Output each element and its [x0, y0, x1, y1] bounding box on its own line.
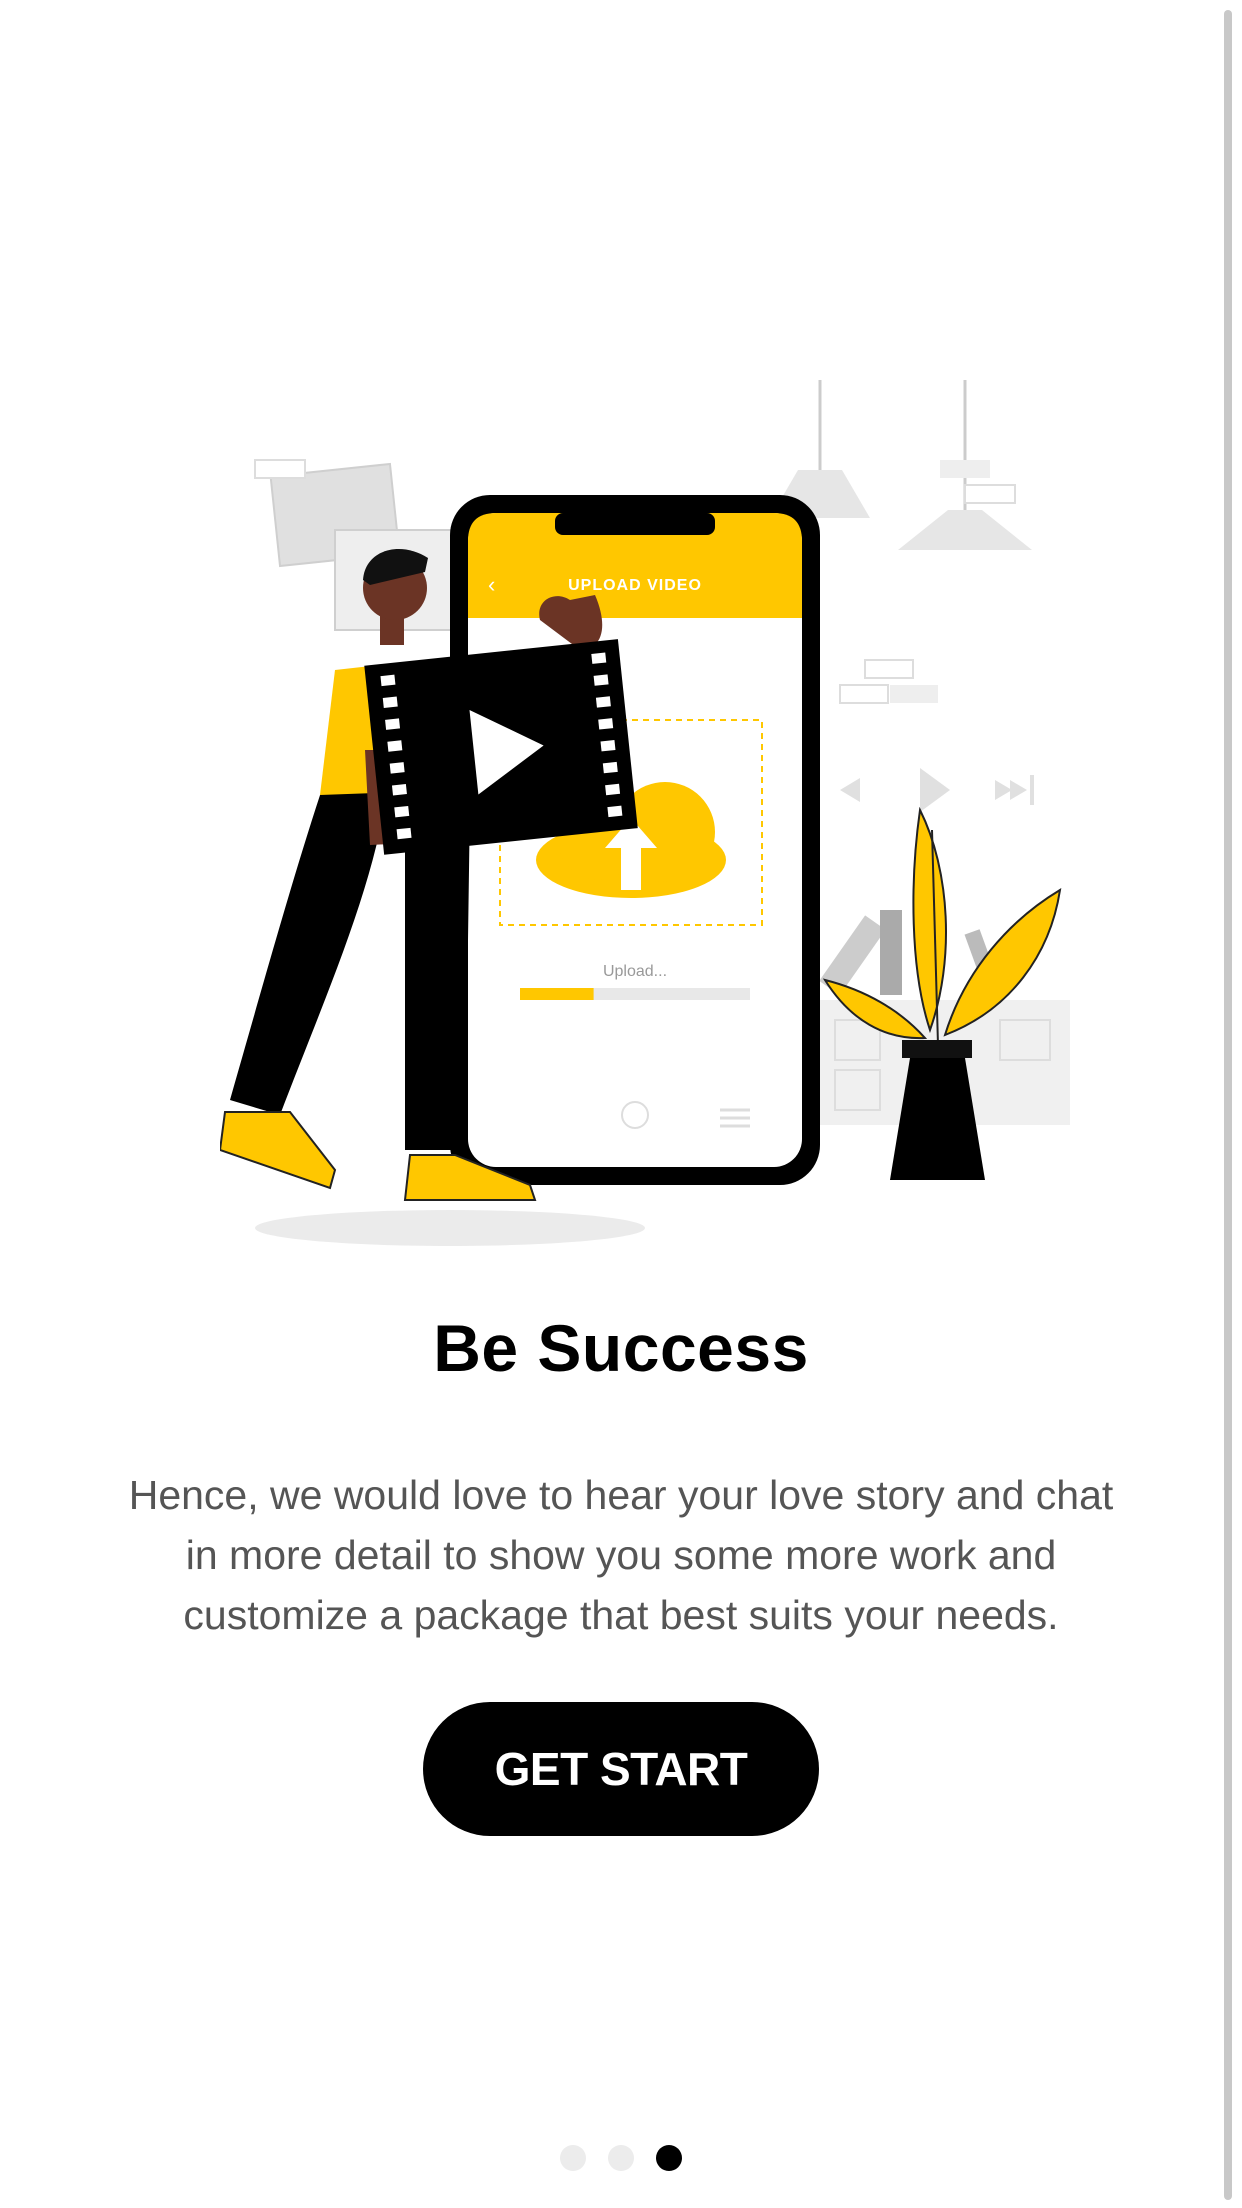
get-start-button[interactable]: GET START [423, 1702, 819, 1836]
progress-fill [520, 988, 594, 1000]
media-controls-icon [840, 768, 1034, 812]
page-dot[interactable] [560, 2145, 586, 2171]
svg-text:‹: ‹ [488, 572, 495, 597]
upload-video-illustration: UPLOAD VIDEO ‹ Upload... [220, 380, 1070, 1246]
ground-shadow [255, 1210, 645, 1246]
scrollbar[interactable] [1224, 10, 1232, 2200]
upload-status-text: Upload... [603, 963, 667, 980]
page-dot[interactable] [656, 2145, 682, 2171]
page-indicator [560, 2145, 682, 2171]
onboarding-description: Hence, we would love to hear your love s… [128, 1472, 1114, 1638]
page-dot[interactable] [608, 2145, 634, 2171]
onboarding-title: Be Success [433, 1311, 809, 1385]
phone-header-text: UPLOAD VIDEO [568, 577, 702, 594]
